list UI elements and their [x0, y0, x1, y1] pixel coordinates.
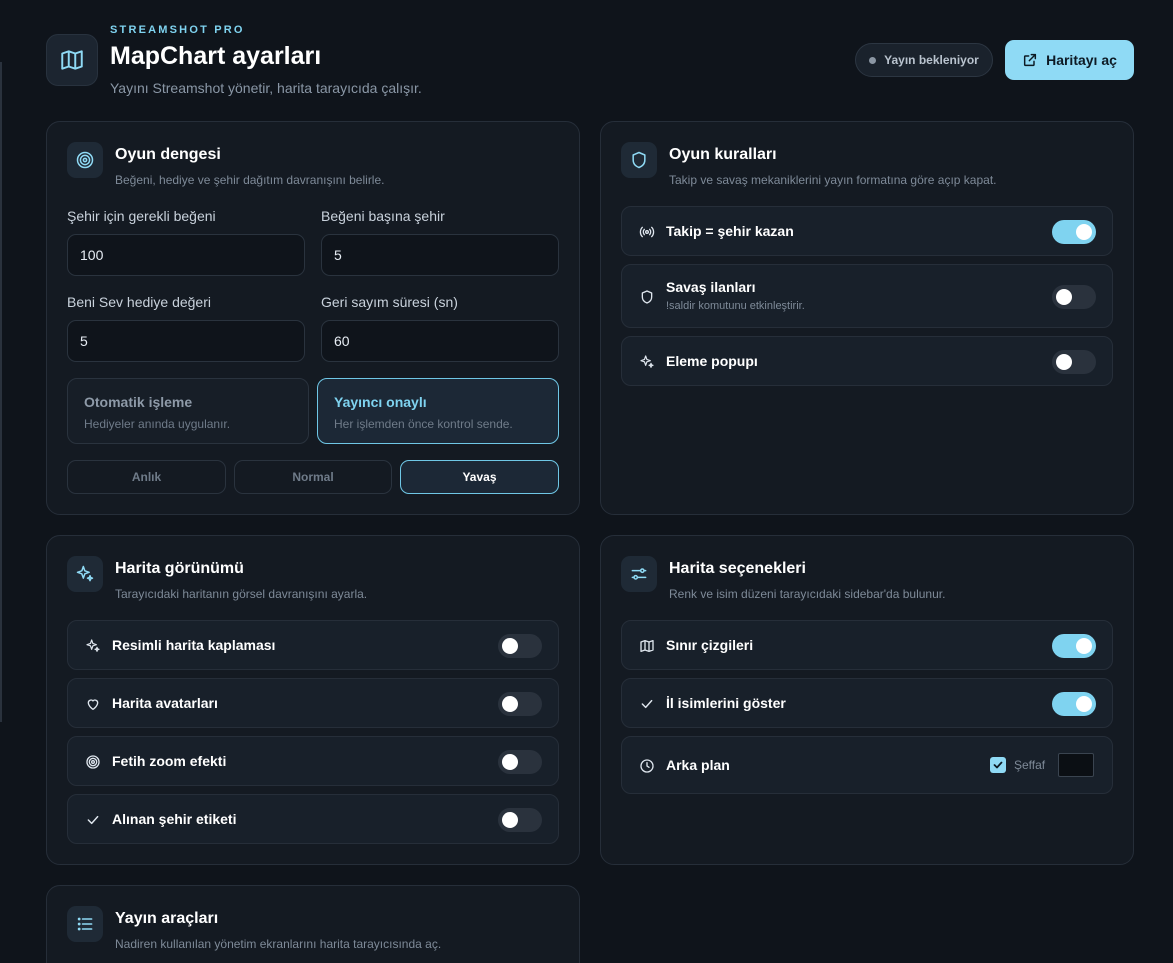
gift-value-label: Beni Sev hediye değeri: [67, 294, 211, 310]
likes-per-city-label: Şehir için gerekli beğeni: [67, 208, 216, 224]
mode-auto-option[interactable]: Otomatik işleme Hediyeler anında uygulan…: [67, 378, 309, 444]
card-title: Oyun kuralları: [669, 146, 777, 163]
view-label: Alınan şehir etiketi: [112, 811, 237, 827]
option-background-row: Arka plan Şeffaf: [621, 736, 1113, 794]
view-overlay-row: Resimli harita kaplaması: [67, 620, 559, 670]
view-label: Fetih zoom efekti: [112, 753, 227, 769]
clock-icon: [638, 757, 656, 775]
likes-per-city-input[interactable]: 100: [67, 234, 305, 276]
rule-sublabel: !saldir komutunu etkinleştirir.: [666, 300, 805, 312]
map-options-card: Harita seçenekleri Renk ve isim düzeni t…: [600, 535, 1134, 865]
view-label: Harita avatarları: [112, 695, 218, 711]
view-zoom-row: Fetih zoom efekti: [67, 736, 559, 786]
map-icon: [46, 34, 98, 86]
target-icon: [84, 753, 102, 771]
card-description: Beğeni, hediye ve şehir dağıtım davranış…: [115, 173, 385, 187]
stream-tools-card: Yayın araçları Nadiren kullanılan yöneti…: [46, 885, 580, 963]
transparent-label: Şeffaf: [1014, 758, 1046, 772]
rule-label: Eleme popupı: [666, 353, 758, 369]
shield-icon: [638, 288, 656, 306]
check-icon: [638, 695, 656, 713]
card-description: Takip ve savaş mekaniklerini yayın forma…: [669, 173, 997, 187]
rule-follow-row: Takip = şehir kazan: [621, 206, 1113, 256]
sparkles-icon: [67, 556, 103, 592]
page-title: MapChart ayarları: [110, 42, 322, 70]
check-icon: [84, 811, 102, 829]
app-eyebrow: STREAMSHOT PRO: [110, 24, 245, 36]
rule-label: Takip = şehir kazan: [666, 223, 794, 239]
broadcast-icon: [638, 223, 656, 241]
view-label: Resimli harita kaplaması: [112, 637, 276, 653]
option-label: Arka plan: [666, 757, 730, 773]
countdown-input[interactable]: 60: [321, 320, 559, 362]
window-edge: [0, 62, 2, 722]
shield-icon: [621, 142, 657, 178]
mode-title: Yayıncı onaylı: [334, 394, 427, 410]
card-title: Harita görünümü: [115, 560, 244, 577]
transparent-checkbox[interactable]: [990, 757, 1006, 773]
card-title: Oyun dengesi: [115, 146, 221, 163]
heart-icon: [84, 695, 102, 713]
open-map-button[interactable]: Haritayı aç: [1005, 40, 1134, 80]
status-dot-icon: [869, 56, 877, 64]
game-balance-card: Oyun dengesi Beğeni, hediye ve şehir dağ…: [46, 121, 580, 515]
status-text: Yayın bekleniyor: [884, 53, 979, 67]
rule-label: Savaş ilanları: [666, 279, 756, 295]
speed-instant-button[interactable]: Anlık: [67, 460, 226, 494]
map-view-card: Harita görünümü Tarayıcıdaki haritanın g…: [46, 535, 580, 865]
view-zoom-toggle[interactable]: [498, 750, 542, 774]
view-city-label-toggle[interactable]: [498, 808, 542, 832]
open-map-label: Haritayı aç: [1046, 52, 1117, 68]
countdown-label: Geri sayım süresi (sn): [321, 294, 458, 310]
view-avatars-toggle[interactable]: [498, 692, 542, 716]
view-avatars-row: Harita avatarları: [67, 678, 559, 728]
background-color-picker[interactable]: [1058, 753, 1094, 777]
sliders-icon: [621, 556, 657, 592]
map-icon: [638, 637, 656, 655]
option-province-names-row: İl isimlerini göster: [621, 678, 1113, 728]
rule-war-toggle[interactable]: [1052, 285, 1096, 309]
page-subtitle: Yayını Streamshot yönetir, harita tarayı…: [110, 80, 422, 96]
stream-status-badge: Yayın bekleniyor: [855, 43, 993, 77]
sparkles-icon: [84, 637, 102, 655]
option-borders-toggle[interactable]: [1052, 634, 1096, 658]
gift-value-input[interactable]: 5: [67, 320, 305, 362]
view-overlay-toggle[interactable]: [498, 634, 542, 658]
card-title: Harita seçenekleri: [669, 560, 806, 577]
option-label: Sınır çizgileri: [666, 637, 754, 653]
card-description: Nadiren kullanılan yönetim ekranlarını h…: [115, 937, 442, 951]
rule-elimination-row: Eleme popupı: [621, 336, 1113, 386]
mode-approval-option[interactable]: Yayıncı onaylı Her işlemden önce kontrol…: [317, 378, 559, 444]
option-province-names-toggle[interactable]: [1052, 692, 1096, 716]
sparkles-icon: [638, 353, 656, 371]
view-city-label-row: Alınan şehir etiketi: [67, 794, 559, 844]
cities-per-like-input[interactable]: 5: [321, 234, 559, 276]
cities-per-like-label: Beğeni başına şehir: [321, 208, 445, 224]
external-link-icon: [1022, 52, 1038, 68]
option-borders-row: Sınır çizgileri: [621, 620, 1113, 670]
list-icon: [67, 906, 103, 942]
option-label: İl isimlerini göster: [666, 695, 786, 711]
rule-follow-toggle[interactable]: [1052, 220, 1096, 244]
speed-slow-button[interactable]: Yavaş: [400, 460, 559, 494]
target-icon: [67, 142, 103, 178]
mode-title: Otomatik işleme: [84, 394, 193, 410]
mode-description: Hediyeler anında uygulanır.: [84, 417, 231, 431]
speed-normal-button[interactable]: Normal: [234, 460, 392, 494]
card-title: Yayın araçları: [115, 910, 219, 927]
rule-elimination-toggle[interactable]: [1052, 350, 1096, 374]
mode-description: Her işlemden önce kontrol sende.: [334, 417, 513, 431]
card-description: Renk ve isim düzeni tarayıcıdaki sidebar…: [669, 587, 946, 601]
game-rules-card: Oyun kuralları Takip ve savaş mekanikler…: [600, 121, 1134, 515]
card-description: Tarayıcıdaki haritanın görsel davranışın…: [115, 587, 368, 601]
rule-war-row: Savaş ilanları !saldir komutunu etkinleş…: [621, 264, 1113, 328]
